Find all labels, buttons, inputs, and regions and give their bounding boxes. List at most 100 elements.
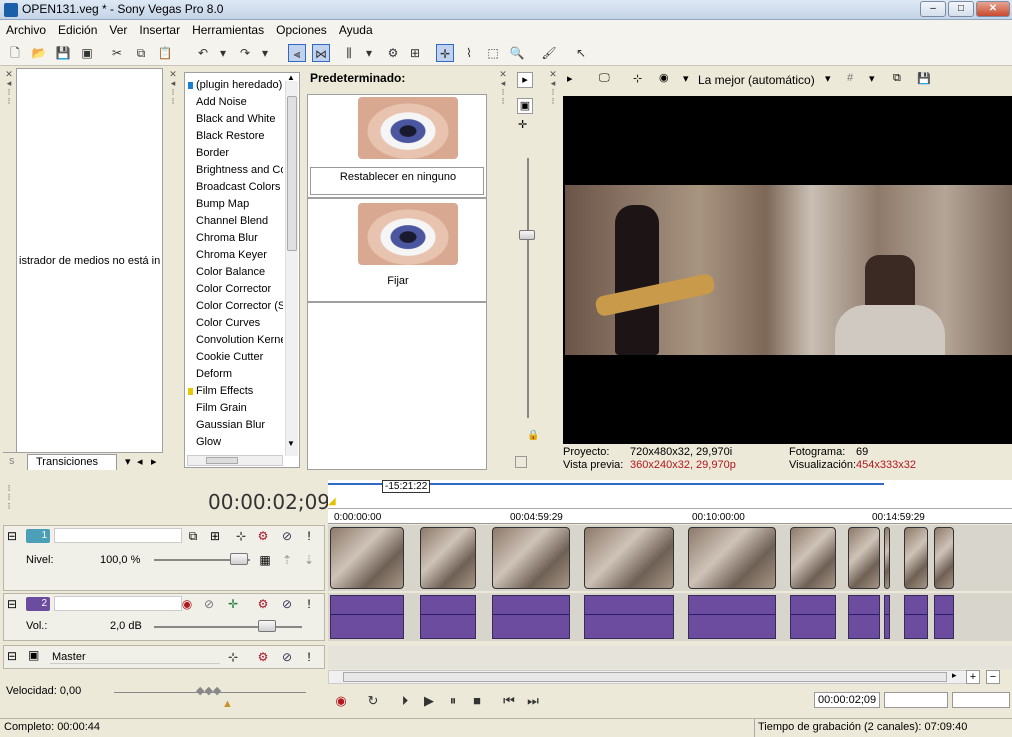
timeline-grip-icon[interactable]: ⁝ ⁝ ⁝ [4, 484, 14, 514]
normal-edit-tool-icon[interactable]: ✛ [436, 44, 454, 62]
timeline-ruler[interactable]: -15:21:22 ◢ 0:00:00:00 00:04:59:29 00:10… [328, 480, 1012, 524]
selection-edit-tool-icon[interactable]: ⬚ [484, 44, 502, 62]
move-up-icon[interactable]: ⇡ [280, 553, 294, 567]
fx-scroll-down-icon[interactable]: ▼ [287, 439, 295, 448]
overlays-dropdown-icon[interactable]: ▾ [869, 72, 875, 85]
audio-clip[interactable] [492, 595, 570, 639]
play-from-start-icon[interactable]: ⏵ [396, 692, 414, 710]
quality-dropdown-icon[interactable]: ▾ [825, 72, 831, 85]
track-fx-icon[interactable]: ⚙ [256, 597, 270, 611]
project-properties-icon[interactable]: 🖌 [540, 44, 558, 62]
master-mute-icon[interactable]: ⊘ [280, 650, 294, 664]
track-io-icon[interactable]: ✛ [226, 597, 240, 611]
fx-list-item[interactable]: Bump Map [185, 196, 283, 213]
fx-list-item[interactable]: Add Noise [185, 94, 283, 111]
minimize-button[interactable]: – [920, 1, 946, 17]
fx-list-item[interactable]: Gaussian Blur [185, 417, 283, 434]
properties-icon[interactable]: ▣ [78, 44, 96, 62]
panel-grip-icon[interactable]: ✕ ◂ ⁝ ⁝ [4, 70, 14, 130]
track-name-field[interactable] [54, 596, 182, 611]
master-io-icon[interactable]: ⊹ [226, 650, 240, 664]
fx-scroll-thumb[interactable] [287, 96, 297, 251]
fader-handle-icon[interactable] [515, 456, 527, 468]
fx-list-item[interactable]: (plugin heredado) [185, 77, 283, 94]
mute-icon[interactable]: ⊘ [280, 597, 294, 611]
master-fx-icon[interactable]: ⚙ [256, 650, 270, 664]
video-clip[interactable] [848, 527, 880, 589]
audio-clip[interactable] [904, 595, 928, 639]
fx-list-item[interactable]: Deform [185, 366, 283, 383]
solo-icon[interactable]: ! [302, 529, 316, 543]
loop-playback-icon[interactable]: ↻ [364, 692, 382, 710]
level-slider-knob[interactable] [230, 553, 248, 565]
go-to-start-icon[interactable]: ⏮ [500, 692, 518, 710]
overlays-grid-icon[interactable]: # [847, 72, 853, 84]
new-file-icon[interactable]: 🗋 [6, 44, 24, 62]
velocity-knob-icon[interactable]: ◆◆◆ [196, 684, 221, 697]
envelope-edit-tool-icon[interactable]: ⌇ [460, 44, 478, 62]
fx-list-item[interactable]: Cookie Cutter [185, 349, 283, 366]
fx-panel-grip-icon[interactable]: ✕ ◂ ⁝ ⁝ [168, 70, 178, 130]
menu-opciones[interactable]: Opciones [270, 20, 333, 37]
lock-envelopes-icon[interactable]: ⚙ [384, 44, 402, 62]
track-motion-icon[interactable]: ⊹ [234, 529, 248, 543]
fx-list-item[interactable]: Black Restore [185, 128, 283, 145]
track-fx-icon[interactable]: ⚙ [256, 529, 270, 543]
preview-properties-icon[interactable]: ▸ [567, 72, 573, 85]
selection-length-field[interactable] [952, 692, 1010, 708]
copy-snapshot-icon[interactable]: ⧉ [893, 72, 901, 85]
preset-item-reset[interactable]: Restablecer en ninguno [307, 94, 487, 198]
stop-icon[interactable]: ■ [468, 692, 486, 710]
enable-snapping-icon[interactable]: ⫷ [288, 44, 306, 62]
ripple-edit-icon[interactable]: ⫼ [340, 44, 358, 62]
audio-clip[interactable] [584, 595, 674, 639]
invert-phase-icon[interactable]: ⊘ [202, 597, 216, 611]
external-monitor-icon[interactable]: 🖵 [599, 72, 610, 85]
fx-list-item[interactable]: Channel Blend [185, 213, 283, 230]
help-pointer-icon[interactable]: ↖ [572, 44, 590, 62]
move-down-icon[interactable]: ⇣ [302, 553, 316, 567]
undo-icon[interactable]: ↶ [194, 44, 212, 62]
zoom-edit-tool-icon[interactable]: 🔍 [508, 44, 526, 62]
track-area-video-1[interactable] [328, 525, 1012, 591]
preview-panel-grip-icon[interactable]: ✕ ◂ ⁝ ⁝ [548, 70, 558, 130]
fx-list-hscrollbar[interactable] [187, 455, 283, 466]
tab-next-icon[interactable]: ▸ [151, 455, 157, 468]
record-icon[interactable]: ◉ [332, 692, 350, 710]
cursor-marker-icon[interactable]: ◢ [328, 496, 336, 507]
fx-list-item[interactable]: Chroma Keyer [185, 247, 283, 264]
zoom-out-icon[interactable]: − [986, 670, 1000, 684]
audio-clip[interactable] [420, 595, 476, 639]
pause-icon[interactable]: ⏸ [444, 692, 462, 710]
redo-dropdown-icon[interactable]: ▾ [256, 44, 274, 62]
scroll-right-icon[interactable]: ▸ [952, 670, 957, 681]
auto-crossfade-icon[interactable]: ⋈ [312, 44, 330, 62]
tab-scroll-left-icon[interactable]: s [9, 455, 15, 467]
solo-icon[interactable]: ! [302, 597, 316, 611]
fx-list-item[interactable]: Black and White [185, 111, 283, 128]
menu-ayuda[interactable]: Ayuda [333, 20, 379, 37]
scene-icon[interactable]: ▦ [258, 553, 272, 567]
play-icon[interactable]: ▶ [420, 692, 438, 710]
make-compositing-child-icon[interactable]: ⊞ [208, 529, 222, 543]
preset-item-fijar[interactable]: Fijar [307, 198, 487, 302]
timeline-hscrollbar[interactable] [328, 670, 968, 684]
timeline-scroll-thumb[interactable] [343, 672, 947, 682]
scrub-panel-grip-icon[interactable]: ✕ ◂ ⁝ ⁝ [498, 70, 508, 130]
tab-prev-icon[interactable]: ◂ [137, 455, 143, 468]
fx-hscroll-thumb[interactable] [206, 457, 238, 464]
close-button[interactable]: ✕ [976, 1, 1010, 17]
save-snapshot-icon[interactable]: 💾 [917, 72, 931, 85]
mixer-mode-icon[interactable]: ▣ [517, 98, 533, 114]
video-clip[interactable] [688, 527, 776, 589]
video-clip[interactable] [584, 527, 674, 589]
redo-icon[interactable]: ↷ [236, 44, 254, 62]
save-icon[interactable]: 💾 [54, 44, 72, 62]
copy-icon[interactable]: ⧉ [132, 44, 150, 62]
volume-slider-knob[interactable] [258, 620, 276, 632]
fx-list-item[interactable]: Film Grain [185, 400, 283, 417]
fx-list-item[interactable]: Border [185, 145, 283, 162]
menu-ver[interactable]: Ver [103, 20, 133, 37]
mute-icon[interactable]: ⊘ [280, 529, 294, 543]
master-fader-knob[interactable] [519, 230, 535, 240]
